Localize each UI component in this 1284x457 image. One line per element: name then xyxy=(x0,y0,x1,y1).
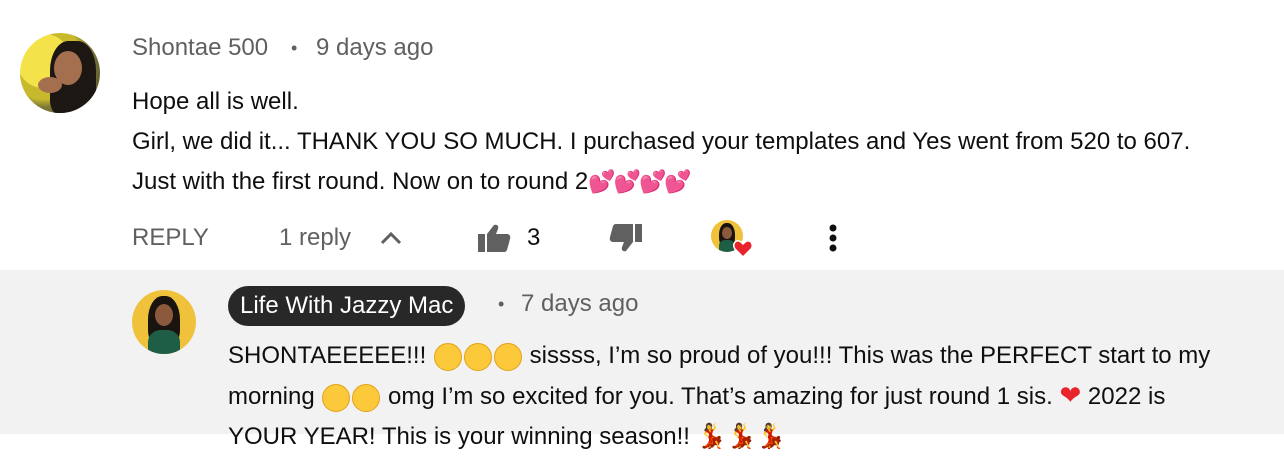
relieved-face-emoji xyxy=(352,383,381,412)
comment-thread: Shontae 500 • 9 days ago Hope all is wel… xyxy=(0,0,1284,270)
comment-author[interactable]: Shontae 500 xyxy=(132,34,268,62)
reply-timestamp[interactable]: 7 days ago xyxy=(521,290,638,318)
creator-heart-icon xyxy=(711,220,753,258)
channel-owner-badge[interactable]: Life With Jazzy Mac xyxy=(228,286,466,326)
weary-face-emoji xyxy=(493,342,522,371)
meta-separator: • xyxy=(291,38,298,58)
two-hearts-emoji: 💕💕💕💕 xyxy=(588,170,692,195)
reply-line-1-end: sissss, I’m so proud of you!!! This was … xyxy=(522,342,1211,369)
reply-line-2-mid: omg I’m so excited for you. That’s amazi… xyxy=(381,383,1060,410)
thumbs-up-icon[interactable] xyxy=(476,222,512,254)
reply-thread: Life With Jazzy Mac • 7 days ago SHONTAE… xyxy=(0,270,1284,450)
comment-line-2: Girl, we did it... THANK YOU SO MUCH. I … xyxy=(132,128,1191,155)
comment-text: Hope all is well. Girl, we did it... THA… xyxy=(132,82,1190,203)
thumbs-down-icon[interactable] xyxy=(608,222,644,254)
relieved-face-emoji xyxy=(322,383,351,412)
reply-line-2-end: 2022 is xyxy=(1081,383,1166,410)
reply-line-2-start: morning xyxy=(228,383,322,410)
comment-line-1: Hope all is well. xyxy=(132,88,299,115)
weary-face-emoji xyxy=(463,342,492,371)
more-vert-icon[interactable] xyxy=(826,223,840,255)
like-count: 3 xyxy=(527,224,541,251)
crying-face-emoji xyxy=(433,342,462,371)
comment-line-3: Just with the first round. Now on to rou… xyxy=(132,168,589,195)
reply-line-1-start: SHONTAEEEEE!!! xyxy=(228,342,433,369)
reply-author-avatar[interactable] xyxy=(132,290,196,354)
commenter-avatar[interactable] xyxy=(20,33,100,113)
red-heart-emoji: ❤ xyxy=(1059,381,1082,411)
replies-toggle[interactable]: 1 reply xyxy=(279,224,351,252)
meta-separator: • xyxy=(498,294,505,314)
reply-button[interactable]: REPLY xyxy=(132,224,209,252)
comment-timestamp[interactable]: 9 days ago xyxy=(316,34,433,62)
reply-line-3: YOUR YEAR! This is your winning season!!… xyxy=(228,423,787,450)
reply-text: SHONTAEEEEE!!! sissss, I’m so proud of y… xyxy=(228,336,1210,457)
chevron-up-icon[interactable] xyxy=(378,228,404,248)
